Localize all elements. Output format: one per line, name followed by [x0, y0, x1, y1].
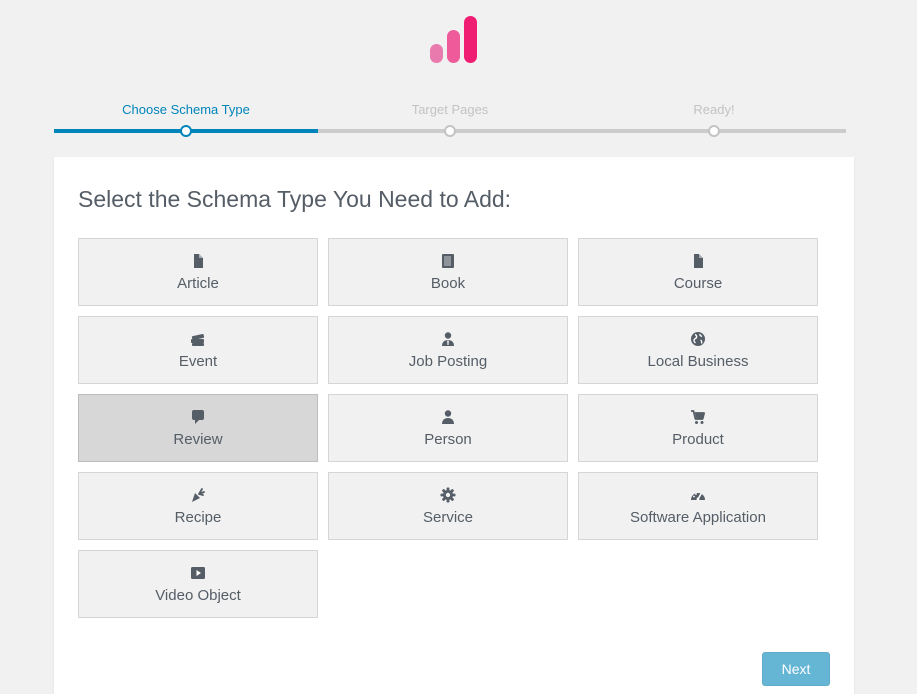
step-label-ready: Ready! [693, 102, 735, 117]
file-icon [694, 253, 703, 268]
schema-type-label: Video Object [155, 586, 241, 604]
schema-type-product-button[interactable]: Product [578, 394, 818, 462]
schema-type-recipe-button[interactable]: Recipe [78, 472, 318, 540]
schema-type-person-button[interactable]: Person [328, 394, 568, 462]
schema-type-local-business-button[interactable]: Local Business [578, 316, 818, 384]
schema-type-label: Local Business [647, 352, 749, 370]
schema-type-grid: Article Book Course Event Job Posting Lo… [78, 238, 818, 618]
file-icon [194, 253, 203, 268]
schema-type-label: Event [178, 352, 218, 370]
cart-icon [691, 409, 705, 424]
schema-type-label: Job Posting [408, 352, 488, 370]
dashboard-icon [691, 492, 705, 500]
schema-type-event-button[interactable]: Event [78, 316, 318, 384]
step-dot-ready [708, 125, 720, 137]
schema-type-label: Review [173, 430, 223, 448]
schema-type-label: Product [672, 430, 724, 448]
page-title: Select the Schema Type You Need to Add: [78, 186, 512, 212]
schema-type-label: Course [673, 274, 723, 292]
gear-icon [440, 487, 456, 502]
tickets-icon [191, 333, 205, 346]
comment-icon [192, 409, 204, 424]
book-icon [442, 253, 454, 268]
schema-type-article-button[interactable]: Article [78, 238, 318, 306]
schema-type-label: Service [422, 508, 474, 526]
bar-chart-logo [430, 16, 477, 63]
schema-type-video-object-button[interactable]: Video Object [78, 550, 318, 618]
step-label-choose-schema-type: Choose Schema Type [122, 102, 250, 117]
schema-type-software-application-button[interactable]: Software Application [578, 472, 818, 540]
step-dot-target-pages [444, 125, 456, 137]
schema-type-label: Recipe [174, 508, 222, 526]
schema-type-job-posting-button[interactable]: Job Posting [328, 316, 568, 384]
carrot-icon [192, 487, 205, 502]
schema-type-book-button[interactable]: Book [328, 238, 568, 306]
video-icon [191, 566, 205, 579]
schema-type-service-button[interactable]: Service [328, 472, 568, 540]
schema-type-label: Person [424, 430, 472, 448]
step-label-target-pages: Target Pages [411, 102, 489, 117]
schema-type-course-button[interactable]: Course [578, 238, 818, 306]
schema-type-review-button[interactable]: Review [78, 394, 318, 462]
schema-type-label: Article [177, 274, 219, 292]
setup-wizard-page: Choose Schema Type Target Pages Ready! S… [0, 0, 917, 694]
progress-track-remaining [318, 129, 846, 133]
step-dot-choose-schema-type [180, 125, 192, 137]
schema-type-label: Software Application [630, 508, 766, 526]
progress-steps: Choose Schema Type Target Pages Ready! [54, 96, 846, 140]
globe-icon [691, 331, 705, 346]
schema-type-label: Book [430, 274, 466, 292]
schema-type-card: Select the Schema Type You Need to Add: … [54, 157, 854, 694]
next-button[interactable]: Next [762, 652, 830, 686]
user-icon [442, 409, 454, 424]
user-tie-icon [442, 331, 454, 346]
